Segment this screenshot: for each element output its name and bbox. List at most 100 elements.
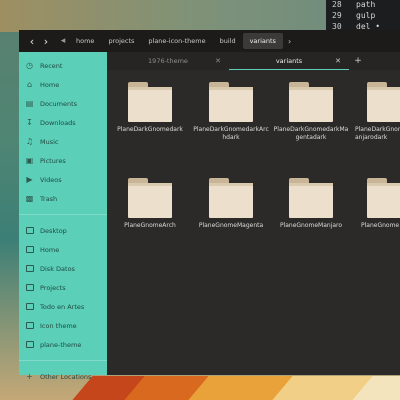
sidebar-item-desktop[interactable]: Desktop bbox=[19, 221, 107, 240]
folder-item[interactable]: PlaneGnomeArch bbox=[110, 178, 190, 230]
sidebar-item-icon-theme[interactable]: Icon theme bbox=[19, 316, 107, 335]
tab-label: 1976-theme bbox=[148, 57, 188, 65]
folder-icon bbox=[25, 226, 34, 235]
crumb-plane-icon-theme[interactable]: plane-icon-theme bbox=[141, 33, 212, 49]
plus-icon: + bbox=[354, 56, 362, 66]
folder-label: PlaneDarkGnomedarkManjarodark bbox=[355, 126, 400, 141]
breadcrumb-scroll-right-icon[interactable]: › bbox=[283, 37, 291, 46]
picture-icon: ▣ bbox=[25, 156, 34, 165]
folder-icon bbox=[25, 245, 34, 254]
folder-label: PlaneGnome bbox=[361, 222, 400, 229]
sidebar-item-label: Home bbox=[40, 80, 60, 89]
sidebar-item-label: plane-theme bbox=[40, 340, 82, 349]
folder-label: PlaneGnomeMagenta bbox=[198, 222, 264, 229]
folder-item[interactable]: PlaneDarkGnomedark bbox=[110, 82, 190, 134]
chevron-left-icon: ‹ bbox=[29, 34, 35, 48]
download-icon: ↧ bbox=[26, 118, 33, 127]
home-icon: ⌂ bbox=[26, 80, 33, 89]
crumb-projects[interactable]: projects bbox=[101, 33, 141, 49]
tab-bar: 1976-theme ✕ variants ✕ + bbox=[107, 52, 400, 70]
sidebar-item-downloads[interactable]: ↧ Downloads bbox=[19, 113, 107, 132]
close-icon[interactable]: ✕ bbox=[335, 57, 341, 65]
sidebar-item-disk-datos[interactable]: Disk Datos bbox=[19, 259, 107, 278]
folder-icon bbox=[25, 264, 34, 273]
file-view: 1976-theme ✕ variants ✕ + PlaneDarkGnome… bbox=[107, 52, 400, 375]
sidebar-item-recent[interactable]: ◷ Recent bbox=[19, 56, 107, 75]
folder-icon bbox=[25, 321, 34, 330]
sidebar-item-label: Documents bbox=[40, 99, 78, 108]
forward-button[interactable]: › bbox=[39, 33, 53, 49]
sidebar-item-todo-en-artes[interactable]: Todo en Artes bbox=[19, 297, 107, 316]
sidebar-item-label: Disk Datos bbox=[40, 264, 75, 273]
tab-1976-theme[interactable]: 1976-theme ✕ bbox=[107, 52, 229, 70]
sidebar-item-other-locations[interactable]: + Other Locations bbox=[19, 367, 107, 386]
code-text: path bbox=[356, 0, 376, 9]
folder-item[interactable]: PlaneDarkGnomedarkArchdark bbox=[191, 82, 271, 142]
terminal-line: 29 gulp bbox=[332, 10, 400, 21]
folder-icon bbox=[25, 302, 34, 311]
line-number: 29 bbox=[332, 11, 342, 20]
video-icon: ▶ bbox=[26, 175, 33, 184]
folder-item[interactable]: PlaneGnomeManjaro bbox=[271, 178, 351, 230]
sidebar-item-label: Music bbox=[40, 137, 59, 146]
tab-variants[interactable]: variants ✕ bbox=[229, 52, 349, 70]
chevron-right-icon: › bbox=[43, 34, 49, 48]
sidebar-item-pictures[interactable]: ▣ Pictures bbox=[19, 151, 107, 170]
sidebar-separator bbox=[19, 360, 107, 361]
sidebar-item-music[interactable]: ♫ Music bbox=[19, 132, 107, 151]
music-icon: ♫ bbox=[25, 137, 34, 146]
sidebar-item-label: Videos bbox=[40, 175, 62, 184]
sidebar-item-label: Other Locations bbox=[40, 372, 92, 381]
terminal-window[interactable]: 28 path 29 gulp 30 del • bbox=[326, 0, 400, 32]
folder-label: PlaneDarkGnomedark bbox=[117, 126, 183, 133]
headerbar: ‹ › ◂ home projects plane-icon-theme bui… bbox=[19, 30, 400, 52]
folder-icon bbox=[128, 82, 172, 122]
folder-icon bbox=[25, 283, 34, 292]
sidebar-item-videos[interactable]: ▶ Videos bbox=[19, 170, 107, 189]
sidebar-item-label: Downloads bbox=[40, 118, 76, 127]
folder-label: PlaneDarkGnomedarkArchdark bbox=[193, 126, 269, 141]
sidebar-separator bbox=[19, 214, 107, 215]
crumb-build[interactable]: build bbox=[213, 33, 243, 49]
folder-icon bbox=[367, 82, 400, 122]
clock-icon: ◷ bbox=[26, 61, 33, 70]
folder-item[interactable]: PlaneDarkGnomedarkManjarodark bbox=[351, 82, 400, 142]
new-tab-button[interactable]: + bbox=[349, 52, 367, 70]
breadcrumb-scroll-left-icon[interactable]: ◂ bbox=[57, 36, 69, 46]
sidebar-item-label: Home bbox=[40, 245, 60, 254]
close-icon[interactable]: ✕ bbox=[215, 57, 221, 65]
breadcrumb: ◂ home projects plane-icon-theme build v… bbox=[57, 33, 291, 49]
folder-item[interactable]: PlaneDarkGnomedarkMagentadark bbox=[271, 82, 351, 142]
folder-icon bbox=[289, 178, 333, 218]
sidebar-item-home[interactable]: ⌂ Home bbox=[19, 75, 107, 94]
plus-icon: + bbox=[26, 372, 33, 381]
sidebar-item-label: Desktop bbox=[40, 226, 67, 235]
file-manager-window: ‹ › ◂ home projects plane-icon-theme bui… bbox=[19, 30, 400, 381]
code-text: gulp bbox=[356, 11, 376, 20]
trash-icon: ▩ bbox=[25, 194, 34, 203]
crumb-home[interactable]: home bbox=[69, 33, 101, 49]
folder-icon bbox=[209, 178, 253, 218]
sidebar-item-plane-theme[interactable]: plane-theme bbox=[19, 335, 107, 354]
sidebar-item-projects[interactable]: Projects bbox=[19, 278, 107, 297]
folder-label: PlaneGnomeManjaro bbox=[279, 222, 343, 229]
sidebar-item-trash[interactable]: ▩ Trash bbox=[19, 189, 107, 208]
tab-label: variants bbox=[275, 56, 303, 65]
document-icon: ▤ bbox=[25, 99, 34, 108]
folder-icon bbox=[25, 340, 34, 349]
back-button[interactable]: ‹ bbox=[25, 33, 39, 49]
sidebar-item-documents[interactable]: ▤ Documents bbox=[19, 94, 107, 113]
sidebar: ◷ Recent ⌂ Home ▤ Documents ↧ Downloads ♫ Mus… bbox=[19, 52, 107, 381]
folder-icon bbox=[289, 82, 333, 122]
line-number: 28 bbox=[332, 0, 342, 9]
sidebar-item-home-bookmark[interactable]: Home bbox=[19, 240, 107, 259]
sidebar-item-label: Pictures bbox=[40, 156, 66, 165]
folder-item[interactable]: PlaneGnomeMagenta bbox=[191, 178, 271, 230]
folder-icon bbox=[128, 178, 172, 218]
sidebar-item-label: Projects bbox=[40, 283, 66, 292]
folder-item[interactable]: PlaneGnome bbox=[351, 178, 400, 230]
crumb-variants[interactable]: variants bbox=[242, 33, 283, 49]
sidebar-item-label: Trash bbox=[40, 194, 58, 203]
terminal-line: 28 path bbox=[332, 0, 400, 10]
folder-icon bbox=[209, 82, 253, 122]
